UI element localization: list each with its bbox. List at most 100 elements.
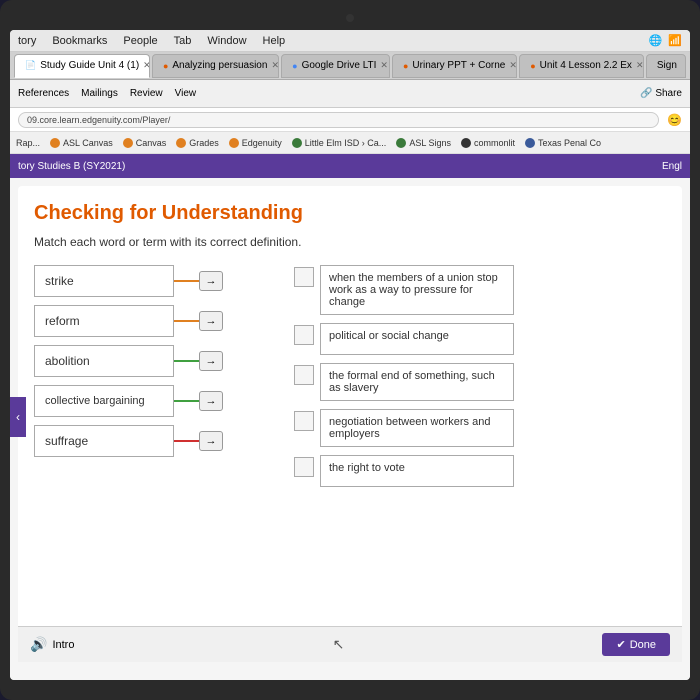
tab-study-guide[interactable]: 📄 Study Guide Unit 4 (1) ✕: [14, 54, 150, 78]
ribbon: References Mailings Review View 🔗 Share: [10, 80, 690, 108]
done-button[interactable]: ✔ Done: [602, 633, 670, 656]
arrow-btn-collective[interactable]: →: [199, 391, 223, 411]
tab-icon: ●: [163, 61, 168, 71]
term-box-abolition: abolition: [34, 345, 174, 377]
bookmark-canvas[interactable]: Canvas: [123, 138, 167, 148]
checkmark-icon: ✔: [616, 638, 625, 651]
tab-label: Unit 4 Lesson 2.2 Ex: [540, 60, 632, 71]
tab-close-icon[interactable]: ✕: [509, 60, 517, 71]
reload-icon[interactable]: 😊: [667, 113, 682, 127]
def-text-4: negotiation between workers and employer…: [329, 416, 490, 440]
terms-list: strike → reform: [34, 265, 254, 457]
globe-icon: 🌐: [649, 34, 663, 47]
menu-item-bookmarks[interactable]: Bookmarks: [52, 35, 107, 47]
tab-close-icon[interactable]: ✕: [636, 60, 644, 71]
tab-close-icon[interactable]: ✕: [380, 60, 388, 71]
menu-item-history[interactable]: tory: [18, 35, 36, 47]
bookmark-aslcanvas[interactable]: ASL Canvas: [50, 138, 113, 148]
menu-item-help[interactable]: Help: [263, 35, 286, 47]
tab-close-icon[interactable]: ✕: [271, 60, 279, 71]
term-box-collective: collective bargaining: [34, 385, 174, 417]
definitions-list: when the members of a union stop work as…: [294, 265, 514, 487]
def-box-2: political or social change: [320, 323, 514, 355]
chevron-left-icon: ‹: [16, 410, 20, 424]
bookmark-aslsigns[interactable]: ASL Signs: [396, 138, 451, 148]
tab-icon: ●: [292, 61, 297, 71]
tab-label: Sign: [657, 60, 677, 71]
def-text-1: when the members of a union stop work as…: [329, 272, 498, 308]
menu-item-people[interactable]: People: [123, 35, 157, 47]
laptop-frame: tory Bookmarks People Tab Window Help 🌐 …: [0, 0, 700, 700]
left-nav-arrow[interactable]: ‹: [10, 397, 26, 437]
term-label-suffrage: suffrage: [45, 434, 88, 448]
url-field[interactable]: 09.core.learn.edgenuity.com/Player/: [18, 112, 659, 128]
def-row-2: political or social change: [294, 323, 514, 355]
tab-sign[interactable]: Sign: [646, 54, 686, 78]
lang-label: Engl: [662, 161, 682, 172]
def-box-5: the right to vote: [320, 455, 514, 487]
def-checkbox-5[interactable]: [294, 457, 314, 477]
bookmark-label: commonlit: [474, 138, 515, 148]
bookmark-icon: [50, 138, 60, 148]
term-box-reform: reform: [34, 305, 174, 337]
def-box-3: the formal end of something, such as sla…: [320, 363, 514, 401]
connector-abolition: →: [174, 351, 223, 371]
def-box-1: when the members of a union stop work as…: [320, 265, 514, 315]
tab-drive[interactable]: ● Google Drive LTI ✕: [281, 54, 390, 78]
def-checkbox-2[interactable]: [294, 325, 314, 345]
bookmark-rap[interactable]: Rap...: [16, 138, 40, 148]
arrow-btn-suffrage[interactable]: →: [199, 431, 223, 451]
tab-analyzing[interactable]: ● Analyzing persuasion ✕: [152, 54, 279, 78]
course-label: tory Studies B (SY2021): [18, 161, 125, 172]
tab-label: Urinary PPT + Corne: [412, 60, 505, 71]
def-checkbox-3[interactable]: [294, 365, 314, 385]
def-checkbox-4[interactable]: [294, 411, 314, 431]
bookmark-label: Texas Penal Co: [538, 138, 601, 148]
ribbon-tab-view[interactable]: View: [175, 88, 197, 99]
term-row-suffrage: suffrage →: [34, 425, 254, 457]
page-content: tory Studies B (SY2021) Engl ‹ Checking …: [10, 154, 690, 680]
term-row-strike: strike →: [34, 265, 254, 297]
ribbon-tab-mailings[interactable]: Mailings: [81, 88, 118, 99]
bookmark-label: ASL Signs: [409, 138, 451, 148]
connector-suffrage: →: [174, 431, 223, 451]
card-subtitle: Match each word or term with its correct…: [34, 235, 666, 249]
bottom-bar: 🔊 Intro ↖ ✔ Done: [18, 626, 682, 662]
arrow-btn-strike[interactable]: →: [199, 271, 223, 291]
term-label-strike: strike: [45, 274, 74, 288]
bookmark-icon: [396, 138, 406, 148]
menu-item-window[interactable]: Window: [207, 35, 246, 47]
connector-strike: →: [174, 271, 223, 291]
bookmark-icon: [525, 138, 535, 148]
wifi-icon: 📶: [668, 34, 682, 47]
line-abolition: [174, 360, 199, 362]
tab-close-icon[interactable]: ✕: [143, 60, 150, 71]
bookmark-grades[interactable]: Grades: [176, 138, 219, 148]
tab-label: Analyzing persuasion: [172, 60, 267, 71]
arrow-btn-reform[interactable]: →: [199, 311, 223, 331]
bookmark-edgenuity[interactable]: Edgenuity: [229, 138, 282, 148]
term-row-collective: collective bargaining →: [34, 385, 254, 417]
def-text-5: the right to vote: [329, 462, 405, 474]
def-checkbox-1[interactable]: [294, 267, 314, 287]
term-box-strike: strike: [34, 265, 174, 297]
term-row-reform: reform →: [34, 305, 254, 337]
menu-item-tab[interactable]: Tab: [174, 35, 192, 47]
matching-container: strike → reform: [34, 265, 666, 487]
term-label-abolition: abolition: [45, 354, 90, 368]
tab-urinary[interactable]: ● Urinary PPT + Corne ✕: [392, 54, 517, 78]
connector-reform: →: [174, 311, 223, 331]
share-button[interactable]: 🔗 Share: [640, 88, 682, 99]
arrow-btn-abolition[interactable]: →: [199, 351, 223, 371]
bookmark-label: Rap...: [16, 138, 40, 148]
bookmark-commonlit[interactable]: commonlit: [461, 138, 515, 148]
bookmark-littleelm[interactable]: Little Elm ISD › Ca...: [292, 138, 387, 148]
ribbon-tab-review[interactable]: Review: [130, 88, 163, 99]
intro-button[interactable]: 🔊 Intro: [30, 636, 74, 653]
term-row-abolition: abolition →: [34, 345, 254, 377]
tab-unit4[interactable]: ● Unit 4 Lesson 2.2 Ex ✕: [519, 54, 644, 78]
tab-label: Study Guide Unit 4 (1): [40, 60, 139, 71]
bookmark-texaspenal[interactable]: Texas Penal Co: [525, 138, 601, 148]
ribbon-tab-references[interactable]: References: [18, 88, 69, 99]
line-collective: [174, 400, 199, 402]
